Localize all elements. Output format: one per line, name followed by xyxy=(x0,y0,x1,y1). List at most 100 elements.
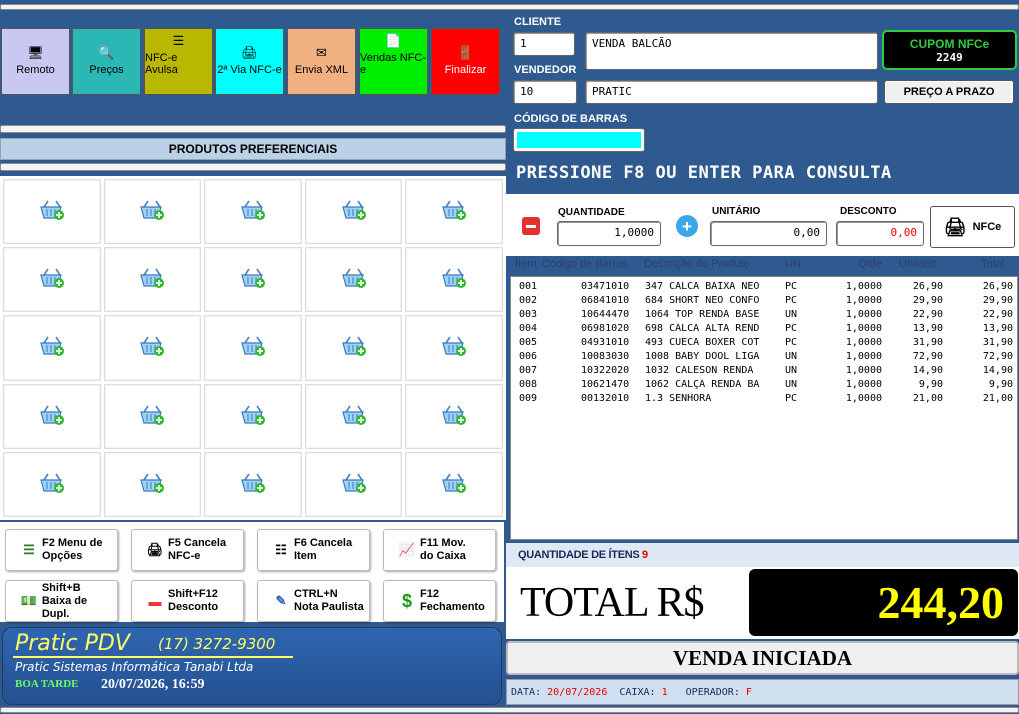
toolbar-button-label: Remoto xyxy=(16,64,55,76)
function-key-4[interactable]: 💵 Shift+B Baixa de Dupl. xyxy=(5,580,118,622)
cliente-code-field[interactable]: 1 xyxy=(513,32,575,56)
table-row[interactable]: 004 06981020 698 CALCA ALTA REND PC 1,0000 13… xyxy=(511,322,1017,336)
favorite-product-slot[interactable] xyxy=(3,315,101,381)
basket-add-icon xyxy=(441,199,467,224)
brand-underline xyxy=(13,656,293,658)
favorite-product-slot[interactable] xyxy=(3,383,101,449)
function-key-1[interactable]: 🖨 F5 Cancela NFC-e xyxy=(131,529,244,571)
favorite-product-slot[interactable] xyxy=(304,247,403,313)
money-icon: 💵 xyxy=(20,593,38,608)
cell-barcode: 03471010 xyxy=(581,281,630,292)
favorite-product-slot[interactable] xyxy=(204,383,302,449)
qty-items-value: 9 xyxy=(642,549,649,561)
cliente-name-field[interactable]: VENDA BALCÃO xyxy=(585,32,878,70)
function-key-0[interactable]: ☰ F2 Menu de Opções xyxy=(5,529,118,571)
cell-description: 493 CUECA BOXER COT xyxy=(645,337,760,348)
favorite-product-slot[interactable] xyxy=(3,179,101,245)
function-key-3[interactable]: 📈 F11 Mov. do Caixa xyxy=(383,529,496,571)
favorite-product-slot[interactable] xyxy=(405,451,503,517)
favorite-product-slot[interactable] xyxy=(405,315,503,381)
brand-company: Pratic Sistemas Informática Tanabi Ltda xyxy=(15,660,254,674)
table-row[interactable]: 006 10083030 1008 BABY DOOL LIGA UN 1,0000 72… xyxy=(511,350,1017,364)
cell-item: 003 xyxy=(519,309,538,320)
toolbar-button-4[interactable]: ✉ Envia XML xyxy=(287,28,356,95)
cell-barcode: 10621470 xyxy=(581,379,630,390)
minus-button[interactable] xyxy=(522,217,540,235)
caixa-label: CAIXA: xyxy=(619,686,656,698)
col-header-description: Descrição do Produto xyxy=(644,258,750,270)
toolbar-button-0[interactable]: 🖥 Remoto xyxy=(1,28,70,95)
favorite-product-slot[interactable] xyxy=(304,451,403,517)
favorite-product-slot[interactable] xyxy=(405,179,503,245)
favorite-product-slot[interactable] xyxy=(304,315,403,381)
cell-unitario: 9,90 xyxy=(918,379,943,390)
favorite-product-slot[interactable] xyxy=(103,247,202,313)
function-key-7[interactable]: $ F12 Fechamento xyxy=(383,580,496,622)
table-row[interactable]: 008 10621470 1062 CALÇA RENDA BA UN 1,0000 9,… xyxy=(511,378,1017,392)
favorite-product-slot[interactable] xyxy=(204,451,302,517)
printer-icon: 🖨 xyxy=(943,216,967,237)
cell-qtde: 1,0000 xyxy=(845,281,882,292)
cell-qtde: 1,0000 xyxy=(845,379,882,390)
operador-value: F xyxy=(745,686,752,698)
col-header-qtde: Qtde xyxy=(858,258,882,270)
basket-add-icon xyxy=(441,404,467,429)
basket-add-icon xyxy=(341,335,367,360)
cell-unitario: 26,90 xyxy=(912,281,943,292)
favorite-product-slot[interactable] xyxy=(103,451,202,517)
favorite-product-slot[interactable] xyxy=(103,315,202,381)
cell-unitario: 13,90 xyxy=(912,323,943,334)
favorite-product-slot[interactable] xyxy=(204,179,302,245)
discount-label: DESCONTO xyxy=(840,206,897,217)
favorite-product-slot[interactable] xyxy=(103,179,202,245)
basket-add-icon xyxy=(240,404,266,429)
toolbar-button-2[interactable]: ☰ NFC-e Avulsa xyxy=(144,28,213,95)
favorite-product-slot[interactable] xyxy=(304,179,403,245)
favorite-product-slot[interactable] xyxy=(304,383,403,449)
unit-price-input[interactable]: 0,00 xyxy=(710,221,827,246)
table-row[interactable]: 002 06841010 684 SHORT NEO CONFO PC 1,0000 29… xyxy=(511,294,1017,308)
favorite-product-slot[interactable] xyxy=(405,383,503,449)
items-table[interactable]: 001 03471010 347 CALCA BAIXA NEO PC 1,0000 26… xyxy=(510,276,1018,540)
plus-button[interactable]: + xyxy=(676,215,698,237)
favorite-product-slot[interactable] xyxy=(204,247,302,313)
barcode-input[interactable] xyxy=(517,132,641,148)
table-row[interactable]: 007 10322020 1032 CALESON RENDA UN 1,0000 14,… xyxy=(511,364,1017,378)
function-key-label: F11 Mov. do Caixa xyxy=(420,537,466,562)
discount-input[interactable]: 0,00 xyxy=(836,221,924,246)
cell-total: 21,00 xyxy=(982,393,1013,404)
basket-add-icon xyxy=(341,267,367,292)
cell-un: PC xyxy=(785,323,798,334)
favorite-product-slot[interactable] xyxy=(103,383,202,449)
nfce-button[interactable]: 🖨 NFCe xyxy=(930,206,1015,248)
cell-un: UN xyxy=(785,379,798,390)
table-row[interactable]: 005 04931010 493 CUECA BOXER COT PC 1,0000 31… xyxy=(511,336,1017,350)
basket-add-icon xyxy=(341,404,367,429)
favorite-product-slot[interactable] xyxy=(3,451,101,517)
preco-a-prazo-button[interactable]: PREÇO A PRAZO xyxy=(884,80,1014,104)
datetime: 20/07/2026, 16:59 xyxy=(101,677,205,692)
table-row[interactable]: 009 00132010 1.3 SENHORA PC 1,0000 21,00 21,00 xyxy=(511,392,1017,406)
function-key-6[interactable]: ✎ CTRL+N Nota Paulista xyxy=(257,580,370,622)
favorite-product-slot[interactable] xyxy=(405,247,503,313)
toolbar-button-1[interactable]: 🔍 Preços xyxy=(72,28,141,95)
vendedor-name-field[interactable]: PRATIC xyxy=(585,80,878,104)
col-header-un: UN xyxy=(785,258,801,270)
table-row[interactable]: 003 10644470 1064 TOP RENDA BASE UN 1,0000 22… xyxy=(511,308,1017,322)
function-key-label: F2 Menu de Opções xyxy=(42,537,103,562)
favorite-product-slot[interactable] xyxy=(204,315,302,381)
favorite-product-slot[interactable] xyxy=(3,247,101,313)
toolbar-button-6[interactable]: 🚪 Finalizar xyxy=(431,28,500,95)
table-row[interactable]: 001 03471010 347 CALCA BAIXA NEO PC 1,0000 26… xyxy=(511,280,1017,294)
function-key-2[interactable]: ☷ F6 Cancela Item xyxy=(257,529,370,571)
cell-total: 31,90 xyxy=(982,337,1013,348)
basket-add-icon xyxy=(240,335,266,360)
cell-item: 005 xyxy=(519,337,538,348)
toolbar-button-5[interactable]: 📄 Vendas NFC-e xyxy=(359,28,428,95)
qty-input[interactable]: 1,0000 xyxy=(557,221,661,246)
vendedor-code-field[interactable]: 10 xyxy=(513,80,577,104)
function-key-5[interactable]: ▬ Shift+F12 Desconto xyxy=(131,580,244,622)
toolbar-button-3[interactable]: 🖨 2ª Via NFC-e xyxy=(215,28,284,95)
date-label: DATA: xyxy=(511,686,542,698)
basket-add-icon xyxy=(240,199,266,224)
